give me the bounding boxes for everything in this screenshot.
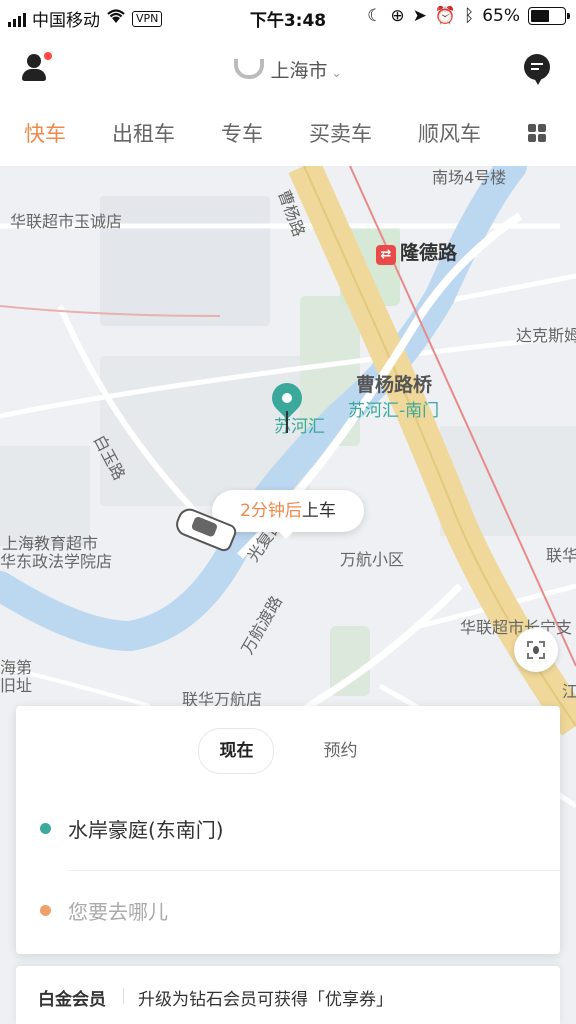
chevron-down-icon: ⌄ [331,66,342,80]
battery-fill [531,10,550,22]
map-label-south-plaza: 南场4号楼 [432,168,507,187]
mode-tabs: 现在 预约 [16,728,560,774]
map-label-site-2: 旧址 [0,676,33,695]
city-label: 上海市 [270,60,328,82]
map-label-jiang: 江 [562,682,576,701]
map-label-edu-supermarket-branch: 华东政法学院店 [0,552,113,571]
mode-tab-now[interactable]: 现在 [198,728,275,774]
member-banner[interactable]: 白金会员 升级为钻石会员可获得「优享券」 [16,966,560,1024]
member-upgrade-text: 升级为钻石会员可获得「优享券」 [138,990,393,1010]
map-label-suhehui-south: 苏河汇-南门 [348,401,440,421]
status-bar: 中国移动 VPN 下午3:48 ☾ ⊕ ➤ ⏰ ᛒ 65% [0,0,576,34]
mode-tab-reserve[interactable]: 预约 [304,729,378,773]
tab-carpool[interactable]: 顺风车 [418,118,481,148]
destination-field[interactable]: 您要去哪儿 [40,884,560,938]
battery-icon [528,7,570,25]
didi-logo-icon [234,59,265,79]
status-right: ☾ ⊕ ➤ ⏰ ᛒ 65% [367,6,570,26]
tab-car-trade[interactable]: 买卖车 [309,118,372,148]
location-arrow-icon: ➤ [412,6,427,26]
bluetooth-icon: ᛒ [464,6,475,26]
divider [123,988,124,1004]
tab-express[interactable]: 快车 [24,118,66,148]
map-label-hualian-yucheng: 华联超市玉诚店 [10,212,123,231]
service-tabs: 快车 出租车 专车 买卖车 顺风车 [0,96,576,166]
divider [68,870,560,871]
message-icon[interactable] [524,54,550,85]
metro-icon: ⇄ [376,245,396,265]
pickup-eta-time: 2分钟后 [240,501,302,521]
map-label-longde-metro[interactable]: ⇄ 隆德路 [376,238,457,265]
booking-panel: 现在 预约 水岸豪庭(东南门) 您要去哪儿 [16,706,560,954]
destination-dot-icon [40,905,51,916]
alarm-icon: ⏰ [434,6,456,26]
locate-me-icon[interactable] [514,628,558,672]
moon-icon: ☾ [367,6,383,26]
pickup-location-field[interactable]: 水岸豪庭(东南门) [40,802,560,856]
map-label-dakesi: 达克斯姆 [516,326,576,345]
map-label-lianhua-right: 联华 [546,546,576,565]
pickup-location-text: 水岸豪庭(东南门) [68,818,224,842]
tab-taxi[interactable]: 出租车 [112,118,175,148]
city-selector[interactable]: 上海市 ⌄ [0,56,576,83]
pickup-eta-action: 上车 [301,501,336,521]
tab-premier[interactable]: 专车 [221,118,263,148]
member-level: 白金会员 [38,990,106,1010]
map-label-hualian-changning: 华联超市长宁支 [460,618,573,637]
pickup-pin-icon[interactable] [265,376,309,435]
lock-rotation-icon: ⊕ [390,6,405,26]
metro-station-name: 隆德路 [400,242,458,264]
battery-percent: 65% [482,6,520,26]
pickup-dot-icon [40,823,51,834]
destination-placeholder: 您要去哪儿 [68,900,168,924]
map-label-wanhang-community: 万航小区 [340,550,405,569]
more-services-icon[interactable] [528,124,546,142]
map-label-caoyang-bridge: 曹杨路桥 [356,374,433,396]
